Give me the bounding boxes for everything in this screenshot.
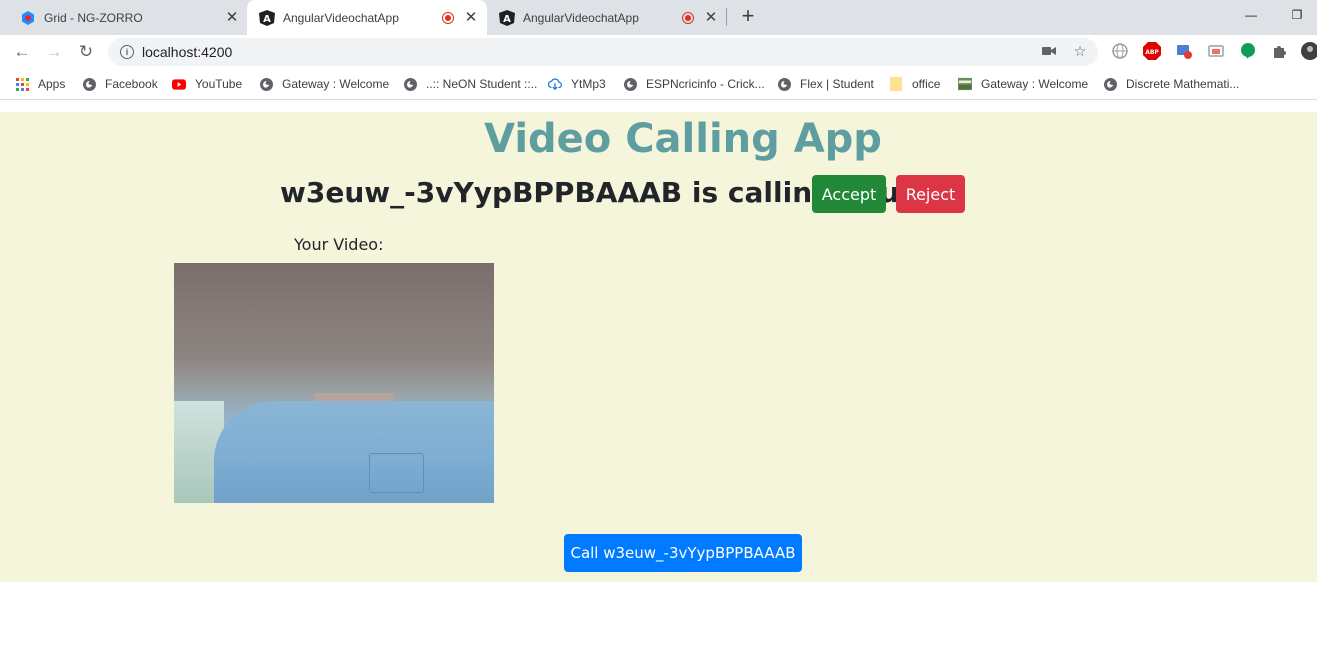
bookmark-neon-student[interactable]: ..:: NeON Student ::..: [403, 75, 537, 93]
bookmark-label: YouTube: [195, 77, 243, 91]
call-button[interactable]: Call w3euw_-3vYypBPPBAAAB: [564, 534, 802, 572]
accept-button[interactable]: Accept: [812, 175, 886, 213]
tab-title: Grid - NG-ZORRO: [44, 10, 143, 25]
globe-icon: [259, 77, 273, 91]
forward-arrow-icon[interactable]: →: [42, 40, 66, 64]
local-video-feed: [174, 263, 494, 503]
adblock-plus-icon[interactable]: ABP: [1143, 42, 1161, 60]
url-text: localhost:4200: [142, 44, 233, 60]
svg-text:A: A: [503, 14, 511, 25]
reject-button[interactable]: Reject: [896, 175, 965, 213]
incoming-call-text: w3euw_-3vYypBPPBAAAB is calling you: [280, 176, 900, 209]
bookmark-facebook[interactable]: Facebook: [82, 75, 158, 93]
bookmark-discrete-mathematics[interactable]: Discrete Mathemati...: [1103, 75, 1239, 93]
bookmark-ytmp3[interactable]: YtMp3: [548, 75, 606, 93]
browser-toolbar: ← → ↻ i localhost:4200 ☆ ABP: [0, 35, 1317, 68]
address-bar[interactable]: i localhost:4200: [108, 38, 1098, 66]
bookmark-apps[interactable]: Apps: [15, 75, 65, 93]
globe-icon: [777, 77, 791, 91]
youtube-icon: [172, 77, 186, 91]
angular-icon: A: [259, 9, 275, 26]
minimize-icon[interactable]: —: [1236, 0, 1266, 30]
close-tab-icon[interactable]: ✕: [463, 9, 479, 26]
tab-grid-ng-zorro[interactable]: Grid - NG-ZORRO ✕: [8, 0, 246, 35]
bookmark-label: Gateway : Welcome: [981, 77, 1089, 91]
tab-angular-videochat[interactable]: A AngularVideochatApp ✕: [487, 0, 725, 35]
bookmark-label: Gateway : Welcome: [282, 77, 390, 91]
globe-icon: [623, 77, 637, 91]
tab-separator: [726, 8, 727, 26]
tab-title: AngularVideochatApp: [523, 10, 639, 25]
bookmark-star-icon[interactable]: ☆: [1071, 42, 1089, 60]
bookmark-label: office: [912, 77, 941, 91]
translate-extension-icon[interactable]: [1111, 42, 1129, 60]
close-tab-icon[interactable]: ✕: [224, 9, 240, 26]
bookmark-label: Flex | Student: [800, 77, 874, 91]
bookmark-youtube[interactable]: YouTube: [172, 75, 242, 93]
profile-avatar-icon[interactable]: [1299, 42, 1317, 60]
bookmark-label: ESPNcricinfo - Crick...: [646, 77, 765, 91]
back-arrow-icon[interactable]: ←: [10, 40, 34, 64]
angular-icon: A: [499, 9, 515, 26]
page-title: Video Calling App: [484, 116, 882, 162]
bookmark-gateway-welcome[interactable]: Gateway : Welcome: [259, 75, 389, 93]
camera-icon[interactable]: [1040, 42, 1058, 60]
bookmark-label: Apps: [38, 77, 66, 91]
extensions-puzzle-icon[interactable]: [1271, 42, 1289, 60]
recording-icon: [682, 11, 694, 24]
bookmark-gateway-welcome-2[interactable]: Gateway : Welcome: [958, 75, 1088, 93]
new-tab-plus-icon[interactable]: +: [738, 5, 758, 27]
site-icon: [958, 77, 972, 91]
restore-icon[interactable]: ❐: [1282, 0, 1312, 30]
svg-text:A: A: [263, 14, 271, 25]
app-page: Video Calling App w3euw_-3vYypBPPBAAAB i…: [0, 112, 1317, 582]
browser-tab-strip: Grid - NG-ZORRO ✕ A AngularVideochatApp …: [0, 0, 1317, 35]
folder-icon: [889, 77, 903, 91]
bookmark-label: YtMp3: [571, 77, 606, 91]
globe-icon: [82, 77, 96, 91]
tab-title: AngularVideochatApp: [283, 10, 399, 25]
tab-angular-videochat-active[interactable]: A AngularVideochatApp ✕: [247, 0, 487, 35]
download-cloud-icon: [548, 77, 562, 91]
close-tab-icon[interactable]: ✕: [703, 9, 719, 26]
apps-grid-icon: [15, 77, 29, 91]
reload-icon[interactable]: ↻: [74, 40, 98, 64]
bookmark-label: Facebook: [105, 77, 158, 91]
bookmark-flex-student[interactable]: Flex | Student: [777, 75, 874, 93]
your-video-label: Your Video:: [294, 235, 384, 254]
site-info-icon[interactable]: i: [120, 45, 134, 59]
green-extension-icon[interactable]: [1239, 42, 1257, 60]
globe-icon: [403, 77, 417, 91]
bookmark-office[interactable]: office: [889, 75, 940, 93]
ng-zorro-icon: [20, 10, 36, 26]
recording-icon: [442, 11, 454, 24]
svg-text:ABP: ABP: [1145, 49, 1159, 56]
extension-blue-icon[interactable]: [1175, 42, 1193, 60]
globe-icon: [1103, 77, 1117, 91]
bookmark-espncricinfo[interactable]: ESPNcricinfo - Crick...: [623, 75, 765, 93]
bookmarks-bar: Apps Facebook YouTube Gateway : Welcome …: [0, 68, 1317, 100]
cast-extension-icon[interactable]: [1207, 42, 1225, 60]
bookmark-label: ..:: NeON Student ::..: [426, 77, 538, 91]
bookmark-label: Discrete Mathemati...: [1126, 77, 1240, 91]
